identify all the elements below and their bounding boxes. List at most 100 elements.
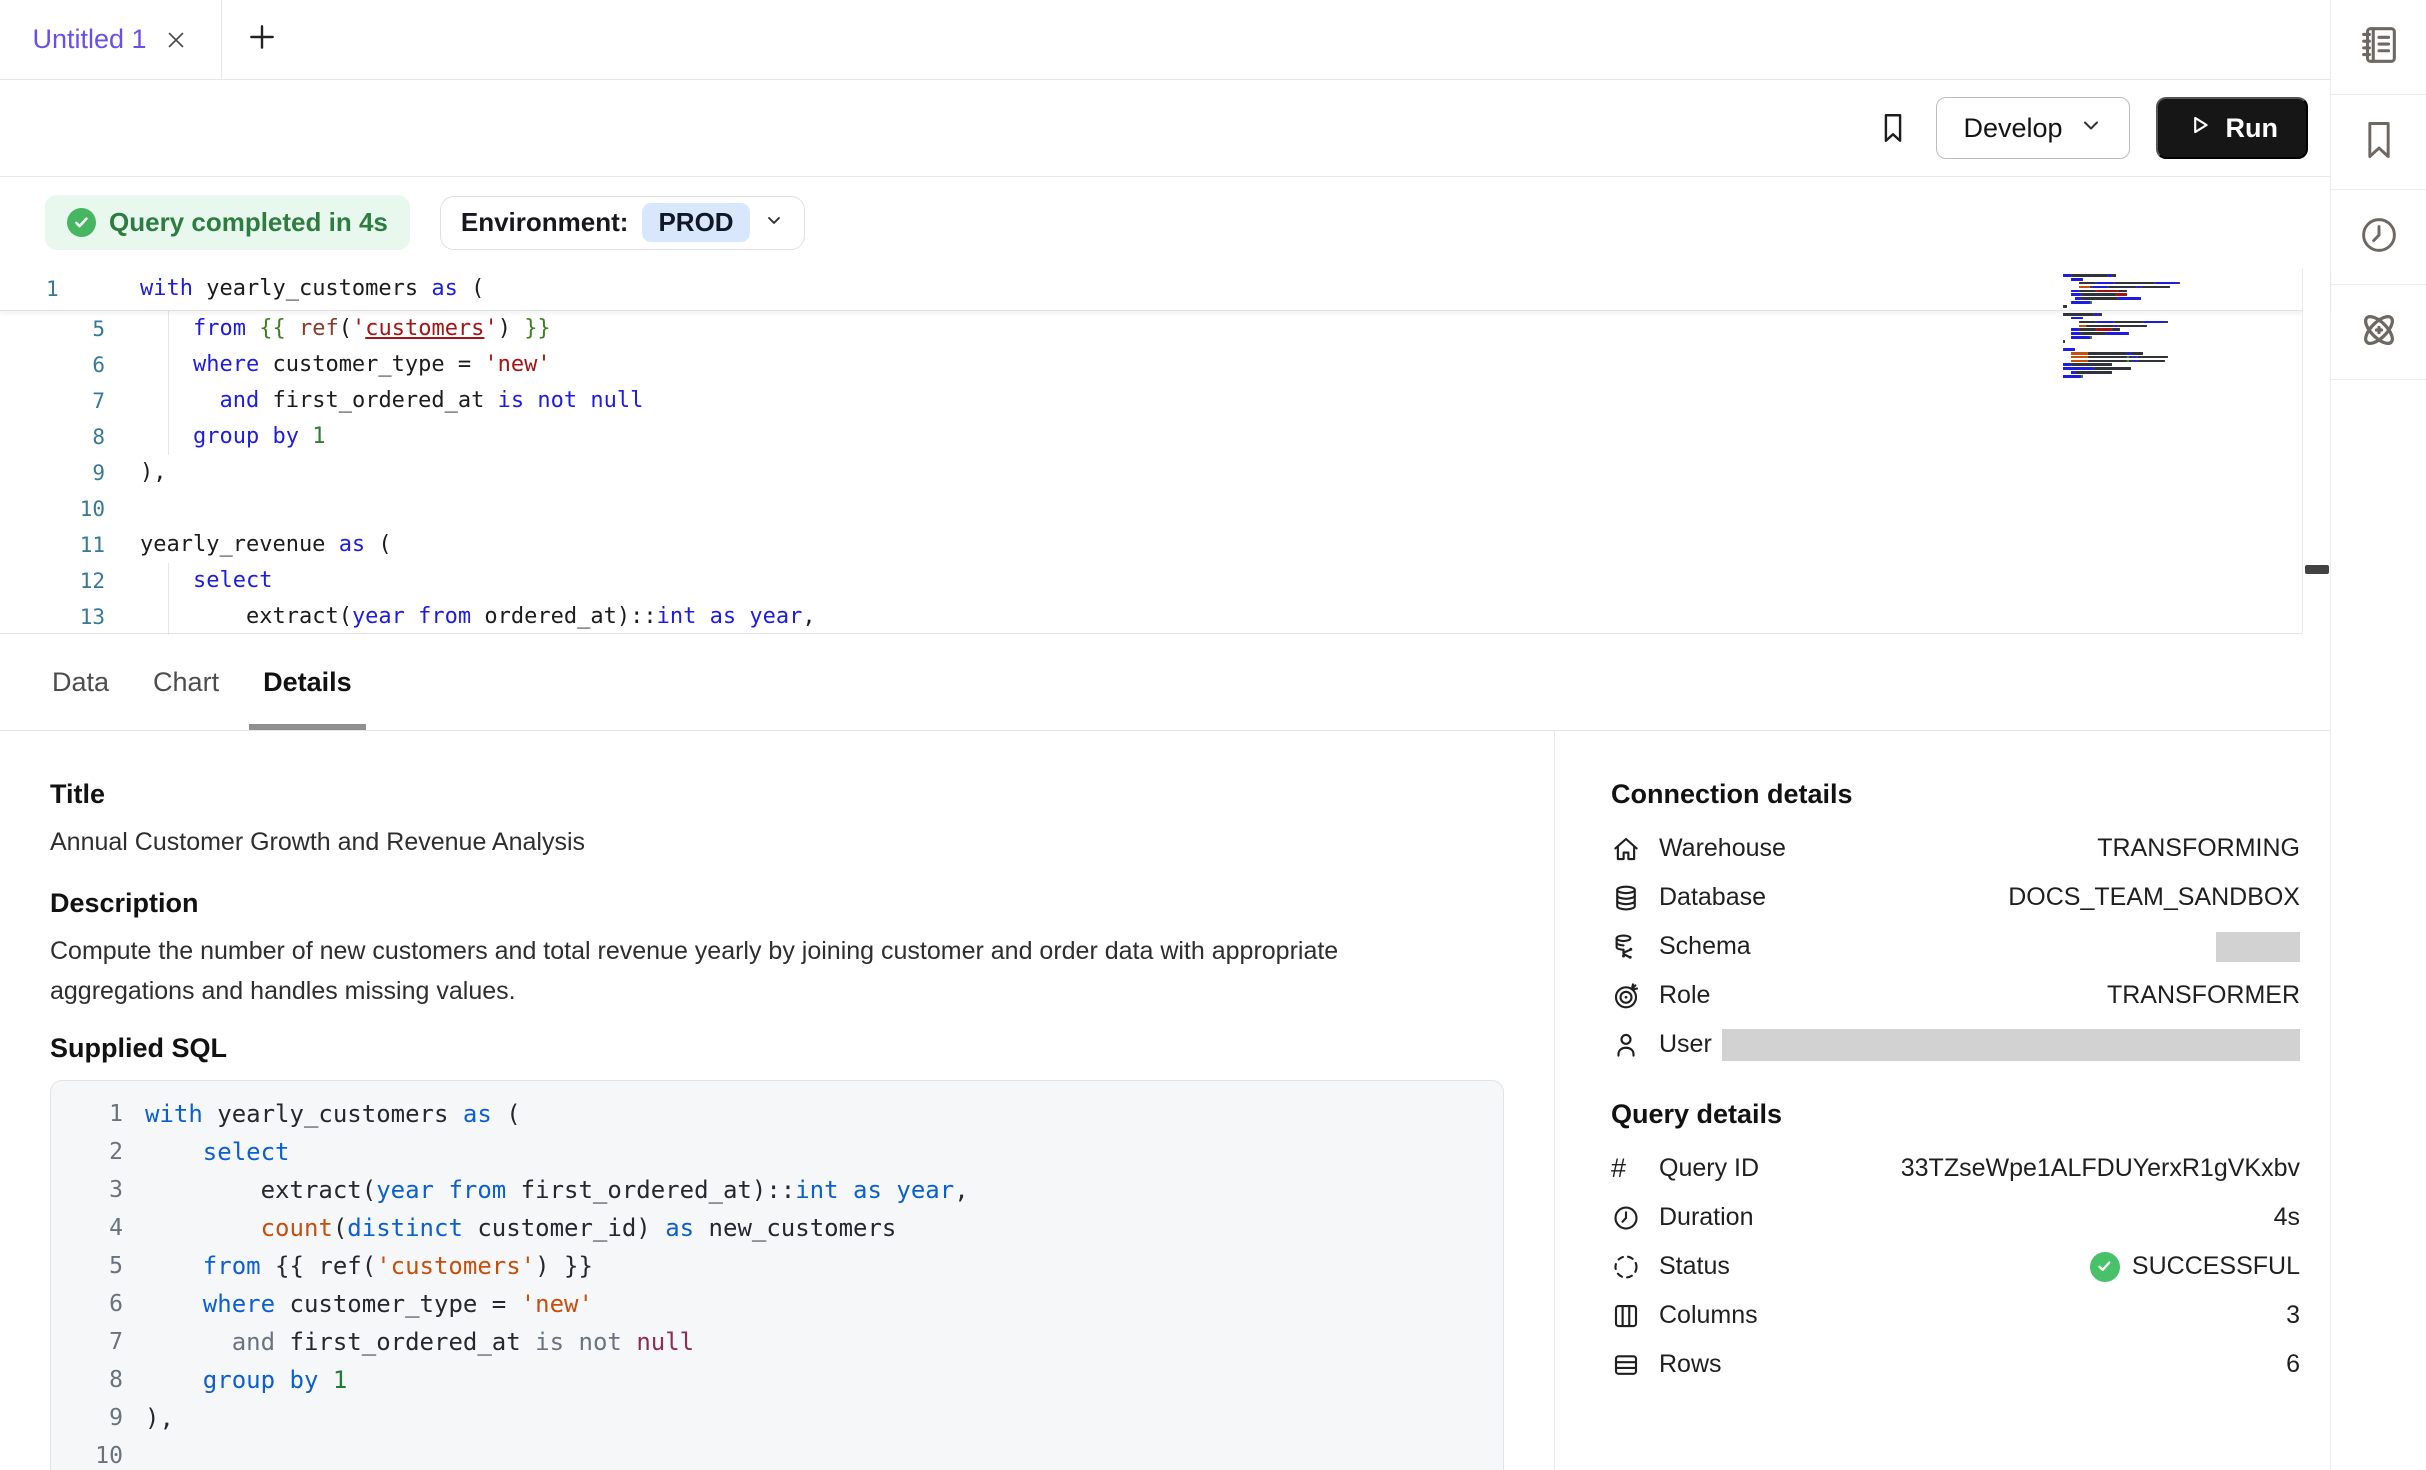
- row-value: TRANSFORMING: [2097, 834, 2300, 863]
- code-line: 6 where customer_type = 'new': [0, 347, 2330, 383]
- code-line: 12 select: [0, 563, 2330, 599]
- redaction-block: [1722, 1029, 2300, 1061]
- row-value: 33TZseWpe1ALFDUYerxR1gVKxbv: [1901, 1154, 2300, 1183]
- connection-row-schema: Schema: [1611, 922, 2300, 971]
- tab-details[interactable]: Details: [261, 634, 354, 730]
- tab-data[interactable]: Data: [50, 634, 111, 730]
- scrollbar-thumb[interactable]: [2305, 565, 2329, 574]
- query-row-duration: Duration 4s: [1611, 1193, 2300, 1242]
- row-value: 6: [2286, 1350, 2300, 1379]
- rail-item-ai-assistant[interactable]: [2331, 285, 2426, 380]
- connection-details-heading: Connection details: [1611, 779, 2300, 810]
- rows-icon: [1611, 1350, 1643, 1380]
- code-line: 10: [65, 1437, 1503, 1470]
- connection-row-user: User: [1611, 1020, 2300, 1069]
- editor-code-lines[interactable]: 5 from {{ ref('customers') }}6 where cus…: [0, 311, 2330, 635]
- row-label: Database: [1659, 883, 1766, 912]
- query-details-heading: Query details: [1611, 1099, 2300, 1130]
- row-label: Status: [1659, 1252, 1730, 1281]
- rail-item-bookmarks[interactable]: [2331, 95, 2426, 190]
- line-number: 9: [0, 455, 105, 491]
- status-spinner-icon: [1611, 1252, 1643, 1282]
- editor-minimap[interactable]: [2063, 274, 2187, 379]
- schema-icon: [1611, 932, 1643, 962]
- chevron-down-icon: [2079, 113, 2103, 144]
- editor-scrollbar[interactable]: [2302, 268, 2330, 634]
- query-row-status: Status SUCCESSFUL: [1611, 1242, 2300, 1291]
- environment-selector[interactable]: Environment: PROD: [440, 196, 805, 250]
- query-status-badge: Query completed in 4s: [45, 195, 410, 250]
- toolbar: Develop Run: [0, 80, 2330, 177]
- close-icon[interactable]: [163, 27, 189, 53]
- sql-editor[interactable]: 1with yearly_customers as ( 5 from {{ re…: [0, 268, 2330, 634]
- status-row: Query completed in 4s Environment: PROD: [0, 177, 2330, 268]
- details-right-column: Connection details Warehouse TRANSFORMIN…: [1554, 731, 2330, 1470]
- connection-row-warehouse: Warehouse TRANSFORMING: [1611, 824, 2300, 873]
- supplied-sql-code-block: 1with yearly_customers as (2 select3 ext…: [50, 1080, 1504, 1470]
- query-row-rows: Rows 6: [1611, 1340, 2300, 1389]
- query-row-id: # Query ID 33TZseWpe1ALFDUYerxR1gVKxbv: [1611, 1144, 2300, 1193]
- sticky-scope-line: 1with yearly_customers as (: [0, 268, 2330, 311]
- bookmark-icon[interactable]: [1876, 111, 1910, 145]
- tab-untitled-1[interactable]: Untitled 1: [0, 0, 222, 79]
- code-line: 8 group by 1: [65, 1361, 1503, 1399]
- code-line: 4 count(distinct customer_id) as new_cus…: [65, 1209, 1503, 1247]
- line-number: 7: [65, 1323, 123, 1361]
- row-value-redacted: [2216, 932, 2300, 962]
- line-number: 12: [0, 563, 105, 599]
- connection-row-database: Database DOCS_TEAM_SANDBOX: [1611, 873, 2300, 922]
- run-button[interactable]: Run: [2156, 97, 2308, 159]
- line-number: 13: [0, 599, 105, 635]
- chevron-down-icon: [764, 210, 784, 235]
- title-value: Annual Customer Growth and Revenue Analy…: [50, 822, 1504, 862]
- database-icon: [1611, 883, 1643, 913]
- code-line: 9),: [65, 1399, 1503, 1437]
- title-heading: Title: [50, 779, 1504, 810]
- tab-label: Untitled 1: [32, 24, 146, 55]
- user-icon: [1611, 1030, 1643, 1060]
- rail-item-history[interactable]: [2331, 190, 2426, 285]
- ai-assistant-icon: [2356, 307, 2402, 358]
- row-label: Query ID: [1659, 1154, 1759, 1183]
- main-area: Untitled 1 Develop: [0, 0, 2330, 1470]
- line-number: 4: [65, 1209, 123, 1247]
- line-number: 1: [0, 268, 105, 310]
- row-value: DOCS_TEAM_SANDBOX: [2008, 883, 2300, 912]
- environment-label: Environment:: [461, 207, 629, 238]
- row-label: Warehouse: [1659, 834, 1786, 863]
- line-number: 2: [65, 1133, 123, 1171]
- new-tab-button[interactable]: [222, 0, 302, 79]
- columns-icon: [1611, 1301, 1643, 1331]
- code-line: 6 where customer_type = 'new': [65, 1285, 1503, 1323]
- line-number: 5: [65, 1247, 123, 1285]
- code-line: 5 from {{ ref('customers') }}: [65, 1247, 1503, 1285]
- code-line: 9),: [0, 455, 2330, 491]
- row-value: 4s: [2274, 1203, 2300, 1232]
- row-label: Role: [1659, 981, 1710, 1010]
- duration-clock-icon: [1611, 1203, 1643, 1233]
- row-label: User: [1659, 1030, 1712, 1059]
- develop-label: Develop: [1963, 113, 2062, 144]
- tab-chart[interactable]: Chart: [151, 634, 221, 730]
- line-number: 10: [0, 491, 105, 527]
- status-text: SUCCESSFUL: [2132, 1252, 2300, 1281]
- code-line: 3 extract(year from first_ordered_at)::i…: [65, 1171, 1503, 1209]
- line-number: 6: [0, 347, 105, 383]
- hash-icon: #: [1611, 1153, 1643, 1184]
- redaction-block: [2216, 932, 2300, 962]
- develop-button[interactable]: Develop: [1936, 97, 2129, 159]
- description-value: Compute the number of new customers and …: [50, 931, 1380, 1011]
- rail-item-notebook[interactable]: [2331, 0, 2426, 95]
- row-label: Duration: [1659, 1203, 1754, 1232]
- line-number: 6: [65, 1285, 123, 1323]
- tab-bar: Untitled 1: [0, 0, 2330, 80]
- line-number: 7: [0, 383, 105, 419]
- row-label: Columns: [1659, 1301, 1758, 1330]
- environment-value-chip: PROD: [642, 203, 749, 242]
- supplied-sql-heading: Supplied SQL: [50, 1033, 1504, 1064]
- code-line: 1with yearly_customers as (: [0, 268, 2330, 310]
- role-icon: [1611, 981, 1643, 1011]
- details-panel: Title Annual Customer Growth and Revenue…: [0, 731, 2330, 1470]
- line-number: 8: [65, 1361, 123, 1399]
- line-number: 8: [0, 419, 105, 455]
